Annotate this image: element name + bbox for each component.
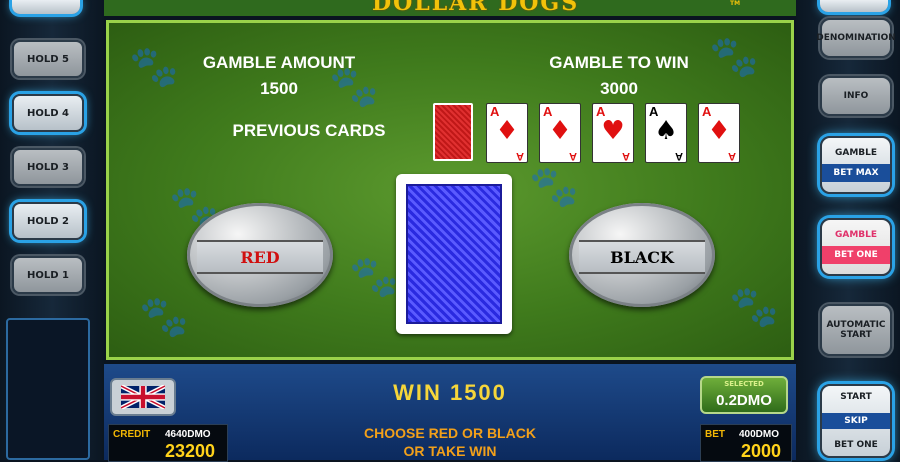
credit-value: 23200: [165, 441, 216, 461]
hold-3-button[interactable]: HOLD 3: [12, 148, 84, 186]
bet-display: BET 400DMO 2000: [700, 424, 792, 462]
bet-max-label: BET MAX: [822, 164, 890, 182]
hold-2-button[interactable]: HOLD 2: [12, 202, 84, 240]
paw-print-icon: 🐾: [729, 284, 779, 330]
credit-dmo: 4640DMO: [165, 429, 211, 440]
heart-icon: ♥: [601, 116, 625, 146]
info-label: INFO: [843, 91, 869, 101]
left-button-panel: HOLD 5 HOLD 4 HOLD 3 HOLD 2 HOLD 1: [0, 0, 104, 460]
hold-1-label: HOLD 1: [27, 269, 69, 281]
hold-button-top[interactable]: [12, 0, 80, 14]
instruction-message: CHOOSE RED OR BLACK OR TAKE WIN: [300, 424, 600, 460]
gamble-bet-one-button[interactable]: GAMBLE BET ONE: [820, 218, 892, 276]
start-skip-button[interactable]: START SKIP BET ONE: [820, 384, 892, 458]
selected-denomination[interactable]: SELECTED 0.2DMO: [700, 376, 788, 414]
game-logo: DOLLAR DOGS: [372, 0, 580, 16]
right-top-button[interactable]: [820, 0, 888, 12]
hold-4-button[interactable]: HOLD 4: [12, 94, 84, 132]
diamond-icon: ♦: [548, 116, 572, 146]
hold-4-label: HOLD 4: [27, 107, 69, 119]
previous-card-back: [433, 103, 473, 161]
right-button-panel: DENOMINATION INFO GAMBLE BET MAX GAMBLE …: [796, 0, 900, 460]
red-button[interactable]: RED: [187, 203, 333, 307]
uk-flag-icon: [121, 385, 165, 409]
hold-1-button[interactable]: HOLD 1: [12, 256, 84, 294]
paw-print-icon: 🐾: [529, 164, 579, 210]
gamble-bet-max-button[interactable]: GAMBLE BET MAX: [820, 136, 892, 194]
black-label: BLACK: [579, 240, 705, 274]
bet-one-label: BET ONE: [822, 246, 890, 264]
gamble-to-win-value: 3000: [600, 79, 638, 98]
automatic-start-button[interactable]: AUTOMATIC START: [820, 304, 892, 356]
denomination-button[interactable]: DENOMINATION: [816, 18, 896, 58]
credit-display: CREDIT 4640DMO 23200: [108, 424, 228, 462]
hold-3-label: HOLD 3: [27, 161, 69, 173]
bet-label: BET: [705, 429, 725, 440]
paw-print-icon: 🐾: [139, 294, 189, 340]
denomination-value: 0.2DMO: [716, 392, 772, 409]
credit-label: CREDIT: [113, 429, 151, 440]
red-label: RED: [197, 240, 323, 274]
previous-card: A ♥ A: [592, 103, 634, 163]
gamble-amount-value: 1500: [260, 79, 298, 98]
paw-print-icon: 🐾: [129, 44, 179, 90]
previous-card: A ♦ A: [698, 103, 740, 163]
spade-icon: ♠: [654, 116, 678, 146]
hold-5-label: HOLD 5: [27, 53, 69, 65]
start-skip-start-label: START: [840, 391, 872, 402]
bet-dmo: 400DMO: [739, 429, 780, 440]
previous-card: A ♠ A: [645, 103, 687, 163]
denomination-selected-label: SELECTED: [724, 380, 764, 388]
gamble-card: [396, 174, 512, 334]
previous-cards-label: PREVIOUS CARDS: [232, 121, 386, 140]
hold-5-button[interactable]: HOLD 5: [12, 40, 84, 78]
automatic-label: AUTOMATIC: [826, 320, 886, 330]
gamble-one-label: GAMBLE: [834, 230, 878, 240]
trademark-mark: TM: [730, 0, 741, 7]
previous-card: A ♦ A: [486, 103, 528, 163]
diamond-icon: ♦: [495, 116, 519, 146]
info-button[interactable]: INFO: [820, 76, 892, 116]
hold-2-label: HOLD 2: [27, 215, 69, 227]
title-strip: DOLLAR DOGS TM: [104, 0, 796, 16]
black-button[interactable]: BLACK: [569, 203, 715, 307]
language-button[interactable]: [110, 378, 176, 416]
left-info-panel: [6, 318, 90, 460]
message-line-2: OR TAKE WIN: [403, 443, 497, 459]
gamble-area: 🐾 🐾 🐾 🐾 🐾 🐾 🐾 🐾 GAMBLE AMOUNT 1500 GAMBL…: [106, 20, 794, 360]
gamble-max-label: GAMBLE: [834, 148, 878, 158]
start-label: START: [840, 330, 872, 340]
message-line-1: CHOOSE RED OR BLACK: [364, 425, 536, 441]
previous-card: A ♦ A: [539, 103, 581, 163]
diamond-icon: ♦: [707, 116, 731, 146]
skip-label: SKIP: [822, 412, 890, 429]
card-back-pattern: [406, 184, 502, 324]
start-skip-bet-one-label: BET ONE: [834, 440, 878, 451]
gamble-amount-label: GAMBLE AMOUNT: [202, 53, 356, 72]
denomination-label: DENOMINATION: [816, 33, 896, 43]
paw-print-icon: 🐾: [349, 254, 399, 300]
win-amount: WIN 1500: [393, 380, 507, 405]
bet-value: 2000: [741, 441, 782, 461]
gamble-to-win-label: GAMBLE TO WIN: [549, 53, 689, 72]
